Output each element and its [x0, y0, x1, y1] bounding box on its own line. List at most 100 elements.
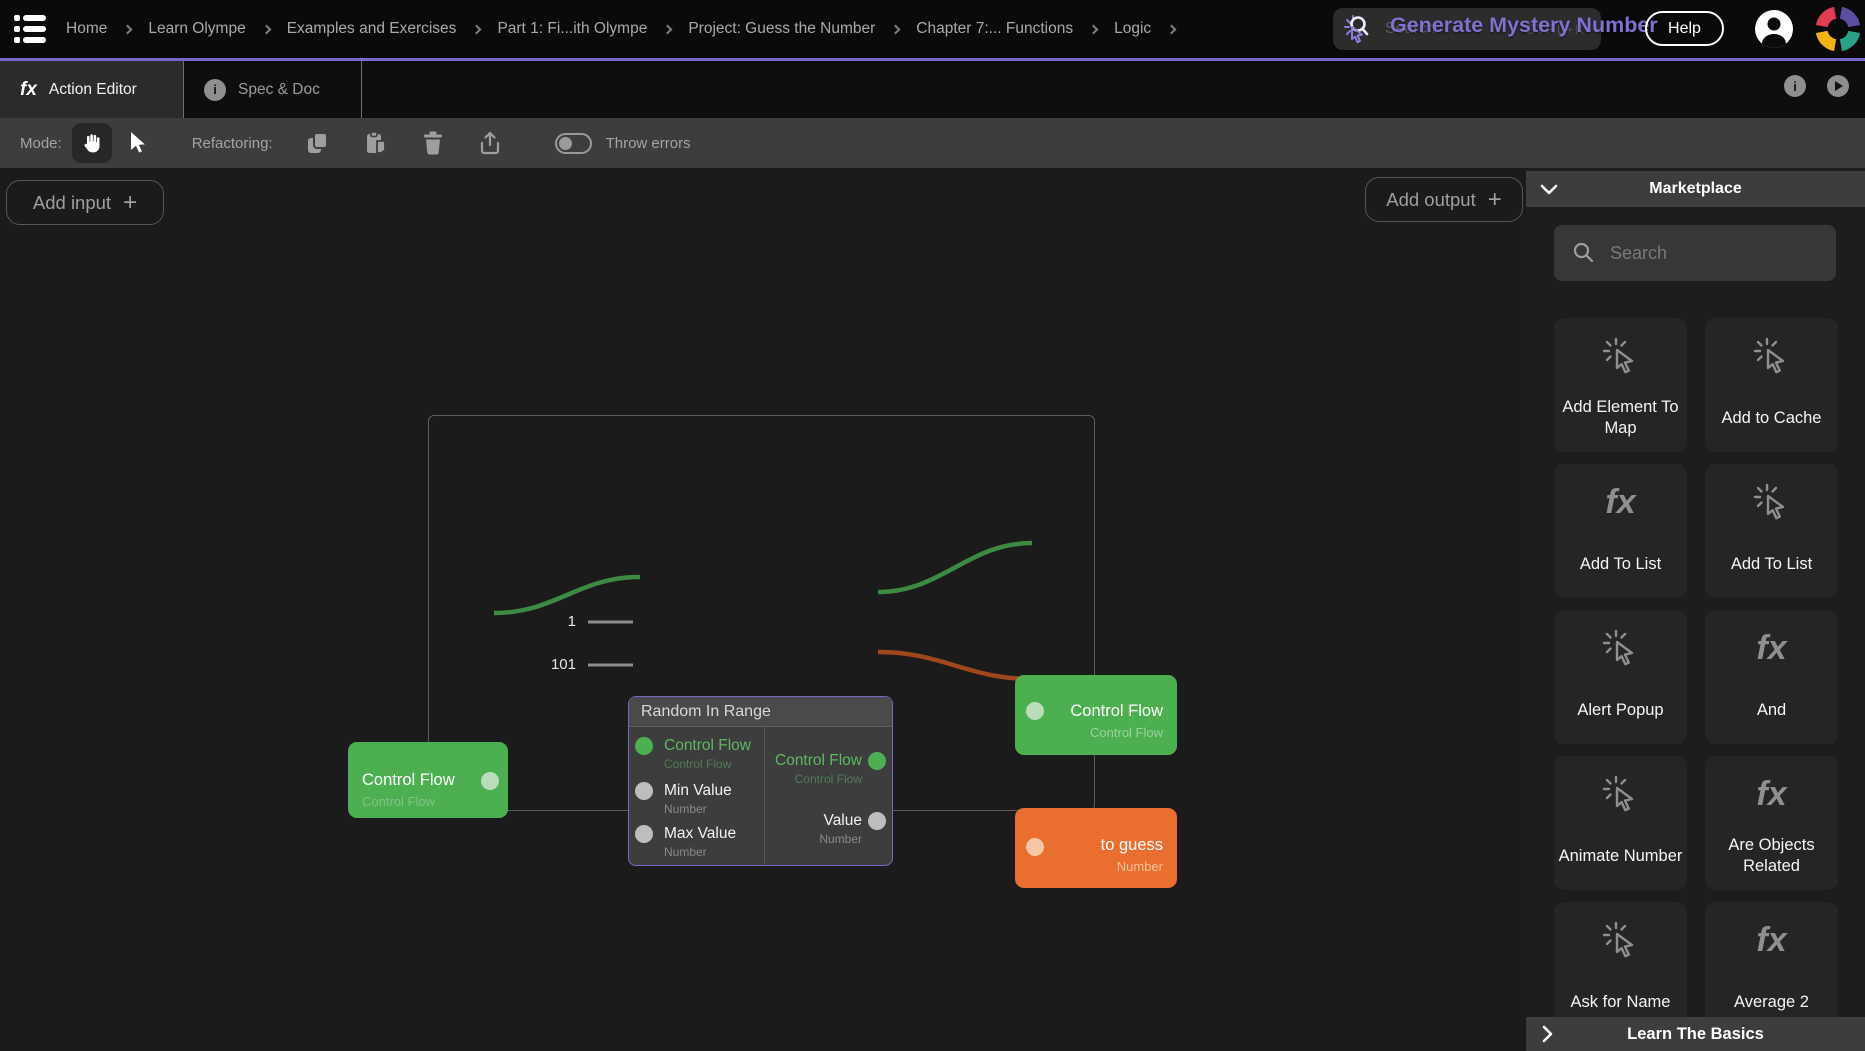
marketplace-card-and[interactable]: fx And [1705, 610, 1838, 744]
marketplace-search-input[interactable]: Search [1554, 225, 1836, 281]
node-header[interactable]: Random In Range [629, 697, 892, 727]
editor-toolbar: Mode: Refactoring: [0, 118, 1865, 168]
node-random-in-range[interactable]: Random In Range Control Flow Control Flo… [628, 696, 893, 866]
tab-action-editor[interactable]: fx Action Editor [0, 61, 184, 118]
port-label: Min Value [664, 782, 732, 800]
chevron-right-icon [1542, 1025, 1553, 1043]
cursor-click-icon [1554, 918, 1687, 962]
help-button[interactable]: Help [1645, 11, 1724, 46]
fx-icon: fx [1705, 626, 1838, 670]
port-type: Control Flow [795, 772, 862, 786]
duplicate-button[interactable] [305, 130, 331, 156]
marketplace-card-animate-number[interactable]: Animate Number [1554, 756, 1687, 890]
info-icon: i [204, 79, 226, 101]
marketplace-card-average-2[interactable]: fx Average 2 [1705, 902, 1838, 1036]
port-label: Control Flow [664, 737, 751, 755]
cursor-click-icon [1705, 480, 1838, 524]
input-port-min-value[interactable] [635, 782, 653, 800]
card-label: Add to Cache [1709, 390, 1834, 446]
hand-icon [80, 131, 104, 155]
chevron-right-icon [663, 24, 673, 34]
card-label: Alert Popup [1558, 682, 1683, 738]
menu-icon[interactable] [14, 14, 46, 44]
add-output-button[interactable]: Add output + [1365, 177, 1523, 222]
card-label: Are Objects Related [1709, 828, 1834, 884]
marketplace-header: Marketplace [1526, 171, 1865, 207]
export-icon [477, 130, 503, 156]
marketplace-card-add-to-cache[interactable]: Add to Cache [1705, 318, 1838, 452]
cursor-click-icon [1554, 334, 1687, 378]
breadcrumb-part1[interactable]: Part 1: Fi...ith Olympe [497, 20, 647, 38]
info-icon[interactable]: i [1784, 75, 1806, 97]
node-control-flow-end[interactable]: Control Flow Control Flow [1015, 675, 1177, 755]
output-port-value[interactable] [868, 812, 886, 830]
mode-label: Mode: [20, 135, 62, 152]
node-subtitle: Control Flow [362, 794, 435, 809]
throw-errors-toggle[interactable] [555, 133, 592, 154]
add-input-button[interactable]: Add input + [6, 180, 164, 225]
chevron-right-icon [123, 24, 133, 34]
input-port[interactable] [1026, 702, 1044, 720]
tab-spec-doc[interactable]: i Spec & Doc [184, 61, 362, 118]
cursor-click-icon [1705, 334, 1838, 378]
plus-icon: + [1488, 188, 1502, 212]
card-label: Add To List [1709, 536, 1834, 592]
user-avatar[interactable] [1754, 9, 1794, 49]
marketplace-title: Marketplace [1526, 180, 1865, 198]
cursor-magnifier-icon [1341, 12, 1375, 46]
trash-icon [421, 130, 445, 156]
chevron-right-icon [1089, 24, 1099, 34]
min-value-stub[interactable]: 1 [546, 613, 576, 630]
breadcrumb-examples[interactable]: Examples and Exercises [287, 20, 457, 38]
node-subtitle: Control Flow [1090, 725, 1163, 740]
delete-button[interactable] [421, 130, 445, 156]
export-button[interactable] [477, 130, 503, 156]
node-title: Control Flow [362, 771, 455, 790]
port-type: Number [664, 845, 707, 859]
add-output-label: Add output [1386, 189, 1476, 211]
paste-button[interactable] [363, 130, 389, 156]
breadcrumb-home[interactable]: Home [66, 20, 107, 38]
output-port[interactable] [481, 772, 499, 790]
card-label: And [1709, 682, 1834, 738]
marketplace-card-add-to-list[interactable]: Add To List [1705, 464, 1838, 598]
breadcrumb-project[interactable]: Project: Guess the Number [688, 20, 875, 38]
learn-the-basics-bar[interactable]: Learn The Basics [1526, 1017, 1865, 1051]
max-value-stub[interactable]: 101 [546, 656, 576, 673]
pan-tool-button[interactable] [72, 123, 112, 163]
editor-tab-bar: fx Action Editor i Spec & Doc i [0, 58, 1865, 118]
input-port-max-value[interactable] [635, 825, 653, 843]
breadcrumb-learn-olympe[interactable]: Learn Olympe [148, 20, 245, 38]
cursor-click-icon [1554, 772, 1687, 816]
play-icon[interactable] [1827, 75, 1849, 97]
breadcrumb-chapter7[interactable]: Chapter 7:... Functions [916, 20, 1073, 38]
breadcrumb-logic[interactable]: Logic [1114, 20, 1151, 38]
page-title: Generate Mystery Number [1390, 13, 1658, 38]
search-icon [1572, 241, 1596, 265]
olympe-logo[interactable] [1812, 3, 1864, 55]
refactoring-label: Refactoring: [192, 135, 273, 152]
learn-the-basics-label: Learn The Basics [1526, 1025, 1865, 1044]
select-tool-button[interactable] [124, 123, 154, 163]
card-label: Animate Number [1558, 828, 1683, 884]
node-control-flow-start[interactable]: Control Flow Control Flow [348, 742, 508, 818]
node-title: to guess [1101, 836, 1163, 855]
marketplace-card-ask-for-name[interactable]: Ask for Name [1554, 902, 1687, 1036]
input-port-control-flow[interactable] [635, 737, 653, 755]
input-port[interactable] [1026, 838, 1044, 856]
port-label: Value [824, 812, 863, 830]
chevron-right-icon [891, 24, 901, 34]
marketplace-card-alert-popup[interactable]: Alert Popup [1554, 610, 1687, 744]
output-port-control-flow[interactable] [868, 752, 886, 770]
card-label: Add Element To Map [1558, 390, 1683, 446]
chevron-down-icon [1540, 184, 1558, 195]
marketplace-card-add-element-to-map[interactable]: Add Element To Map [1554, 318, 1687, 452]
node-subtitle: Number [1117, 859, 1163, 874]
plus-icon: + [123, 191, 137, 215]
node-to-guess[interactable]: to guess Number [1015, 808, 1177, 888]
fx-icon: fx [20, 79, 37, 101]
marketplace-card-add-to-list-fx[interactable]: fx Add To List [1554, 464, 1687, 598]
collapse-panel-button[interactable] [1540, 184, 1558, 195]
marketplace-card-are-objects-related[interactable]: fx Are Objects Related [1705, 756, 1838, 890]
action-canvas[interactable]: Add input + Add output + 1 101 Control F… [0, 168, 1526, 1051]
